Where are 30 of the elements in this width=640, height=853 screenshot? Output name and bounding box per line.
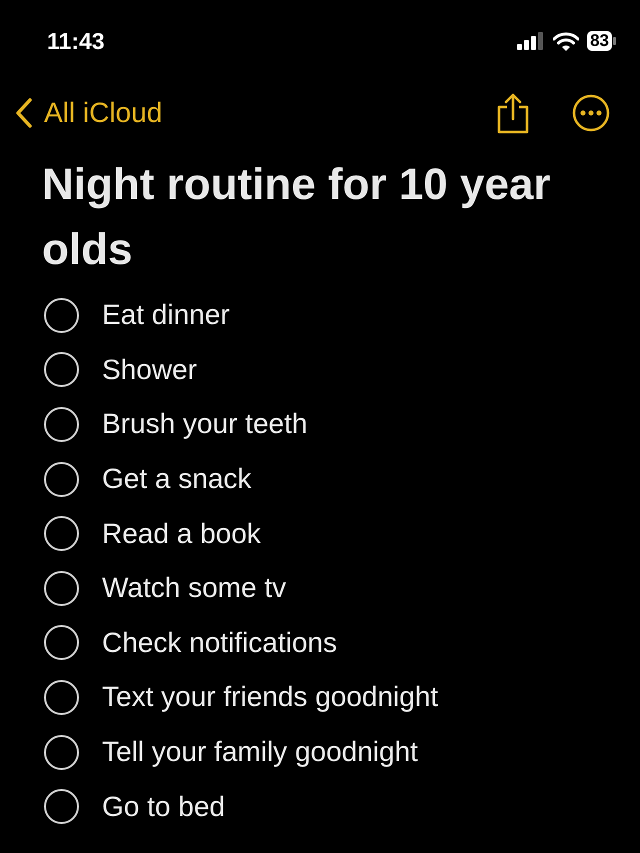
checklist-item-text: Read a book: [102, 516, 261, 551]
checklist-item-text: Watch some tv: [102, 571, 286, 606]
chevron-left-icon: [14, 97, 34, 129]
checklist-item-text: Tell your family goodnight: [102, 735, 418, 770]
back-button[interactable]: All iCloud: [14, 92, 162, 134]
checklist-checkbox[interactable]: [44, 352, 79, 388]
checklist-checkbox[interactable]: [44, 406, 79, 442]
checklist-item-text: Shower: [102, 352, 197, 387]
more-icon[interactable]: [572, 94, 610, 132]
battery-level: 83: [587, 31, 612, 51]
checklist-item-text: Text your friends goodnight: [102, 680, 438, 714]
checklist-checkbox[interactable]: [44, 680, 79, 715]
checklist-item-text: Check notifications: [102, 626, 338, 660]
checklist-checkbox[interactable]: [44, 789, 79, 824]
wifi-icon: [553, 32, 580, 50]
battery-tip-icon: [613, 37, 616, 45]
status-time: 11:43: [47, 26, 105, 56]
checklist-checkbox[interactable]: [44, 298, 79, 333]
checklist-item-text: Get a snack: [102, 462, 252, 496]
checklist-item-text: Go to bed: [102, 790, 225, 824]
checklist-checkbox[interactable]: [44, 516, 79, 552]
checklist-checkbox[interactable]: [44, 625, 79, 660]
checklist-item-text: Eat dinner: [102, 298, 230, 332]
note-title: Night routine for 10 year olds: [41, 159, 552, 276]
checklist-checkbox[interactable]: [44, 570, 79, 606]
checklist-checkbox[interactable]: [44, 462, 79, 497]
signal-icon: [517, 32, 546, 50]
checklist-item-text: Brush your teeth: [102, 407, 308, 442]
share-icon[interactable]: [496, 92, 530, 134]
checklist-checkbox[interactable]: [44, 734, 79, 770]
